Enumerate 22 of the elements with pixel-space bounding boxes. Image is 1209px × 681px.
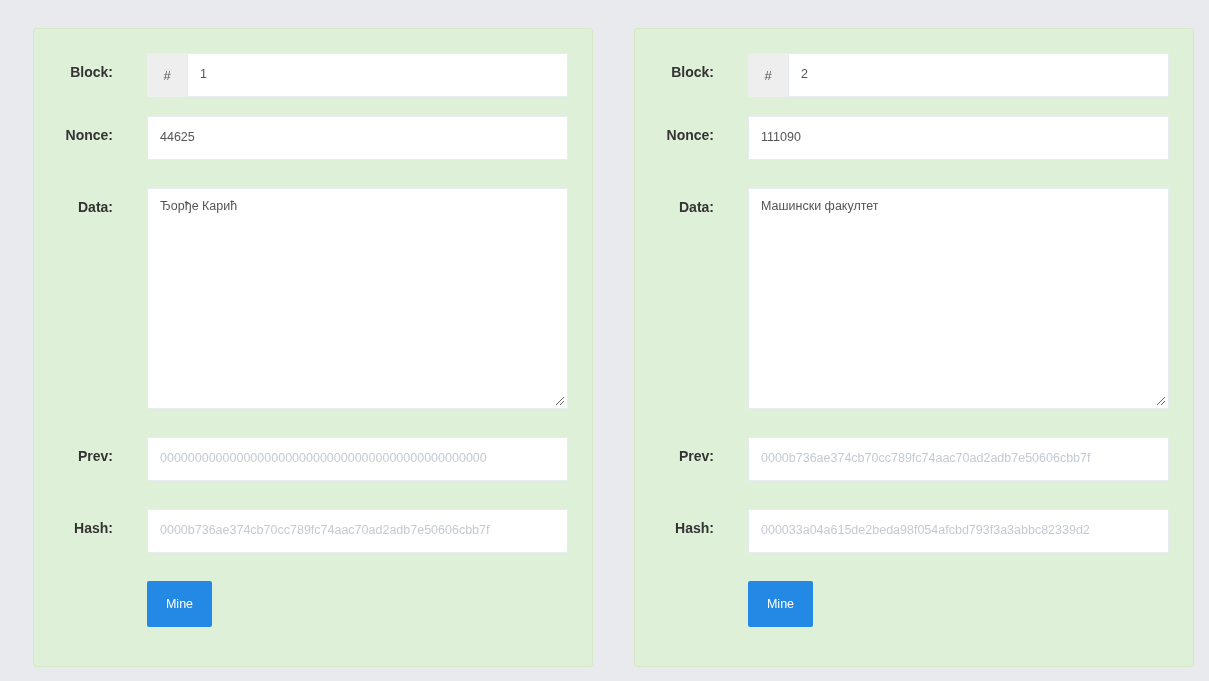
resize-grip-icon[interactable]: [555, 396, 565, 406]
data-textarea[interactable]: Машински факултет: [748, 188, 1169, 409]
nonce-field[interactable]: 111090: [748, 116, 1169, 160]
prev-label: Prev:: [677, 447, 714, 464]
data-label: Data:: [77, 198, 113, 215]
nonce-label: Nonce:: [64, 126, 113, 143]
mine-button[interactable]: Mine: [147, 581, 212, 627]
block-label: Block:: [670, 63, 714, 80]
block-number-field[interactable]: 1: [187, 53, 568, 97]
resize-grip-icon[interactable]: [1156, 396, 1166, 406]
data-label: Data:: [678, 198, 714, 215]
hash-addon: #: [748, 53, 788, 97]
mine-button[interactable]: Mine: [748, 581, 813, 627]
nonce-label: Nonce:: [665, 126, 714, 143]
data-textarea[interactable]: Ђорђе Карић: [147, 188, 568, 409]
hash-addon: #: [147, 53, 187, 97]
block-number-field[interactable]: 2: [788, 53, 1169, 97]
nonce-field[interactable]: 44625: [147, 116, 568, 160]
prev-label: Prev:: [76, 447, 113, 464]
hash-label: Hash:: [73, 519, 113, 536]
block-label: Block:: [69, 63, 113, 80]
hash-label: Hash:: [674, 519, 714, 536]
